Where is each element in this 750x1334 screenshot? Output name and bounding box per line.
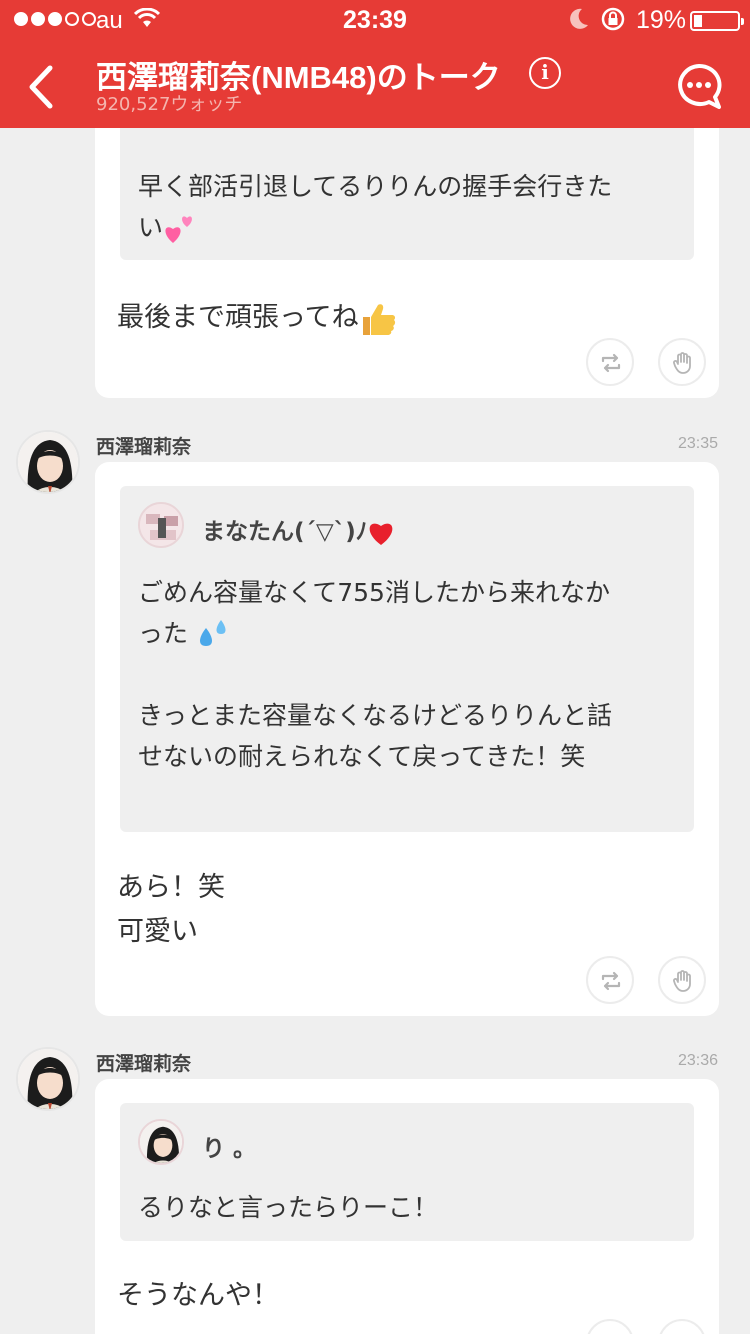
two-hearts-emoji (165, 216, 192, 243)
app-header: au 23:39 19% 西澤瑠莉奈(NMB48)のトーク i 920,527ウ… (0, 0, 750, 128)
quoted-user-name: り 。 (202, 1136, 257, 1162)
quoted-message: まなたん(´▽`)ﾉ ごめん容量なくて755消したから来れなか った きっとまた… (120, 486, 694, 832)
repost-button[interactable] (586, 1319, 634, 1334)
quoted-text: ごめん容量なくて755消したから来れなか った きっとまた容量なくなるけどるりり… (138, 572, 678, 777)
quoted-text: るりなと言ったらりーこ！ (138, 1193, 439, 1222)
quoted-avatar[interactable] (138, 502, 184, 548)
repost-icon (601, 971, 621, 991)
watch-count: 920,527ウォッチ (96, 94, 243, 115)
member-photo (18, 1049, 78, 1109)
sweat-drops-emoji (200, 620, 226, 646)
quoted-text-content: ごめん容量なくて755消したから来れなか った きっとまた容量なくなるけどるりり… (138, 578, 613, 771)
thumbs-up-emoji (362, 303, 395, 335)
repost-icon (601, 353, 621, 373)
sender-name: 西澤瑠莉奈 (96, 436, 192, 458)
quoted-user-photo (140, 1121, 182, 1163)
info-icon[interactable]: i (529, 57, 561, 89)
member-photo (18, 432, 78, 492)
status-bar: au 23:39 19% (0, 0, 750, 40)
hand-icon (673, 352, 691, 374)
message-time: 23:35 (677, 435, 718, 452)
like-button[interactable] (658, 1319, 706, 1334)
battery-icon (690, 11, 744, 31)
heart-emoji (369, 523, 393, 545)
quoted-avatar[interactable] (138, 1119, 184, 1165)
hand-icon (673, 970, 691, 992)
repost-button[interactable] (586, 338, 634, 386)
message-card: り 。 るりなと言ったらりーこ！ そうなんや！ (95, 1079, 719, 1334)
message-time: 23:36 (677, 1052, 718, 1069)
speech-bubble-icon[interactable] (676, 63, 722, 109)
battery-percent: 19% (636, 6, 687, 34)
repost-button[interactable] (586, 956, 634, 1004)
message-body: あら！笑 可愛い (117, 866, 225, 954)
message-body: そうなんや！ (117, 1280, 279, 1311)
quoted-user-name-text: まなたん(´▽`)ﾉ (202, 519, 368, 545)
quoted-message: り 。 るりなと言ったらりーこ！ (120, 1103, 694, 1241)
message-body: 最後まで頑張ってね (117, 296, 397, 340)
moon-icon (570, 8, 588, 29)
like-button[interactable] (658, 956, 706, 1004)
avatar[interactable] (16, 1047, 80, 1111)
quoted-user-name: まなたん(´▽`)ﾉ (202, 512, 395, 546)
message-card: まなたん(´▽`)ﾉ ごめん容量なくて755消したから来れなか った きっとまた… (95, 462, 719, 1016)
avatar[interactable] (16, 430, 80, 494)
back-chevron-icon[interactable] (22, 62, 62, 112)
rotation-lock-icon (601, 7, 625, 31)
quoted-text: 早く部活引退してるりりんの握手会行きた い (138, 166, 678, 248)
message-body-text: あら！笑 可愛い (117, 872, 225, 947)
sender-name: 西澤瑠莉奈 (96, 1053, 192, 1075)
message-body-text: 最後まで頑張ってね (117, 302, 359, 333)
like-button[interactable] (658, 338, 706, 386)
quoted-user-photo (140, 504, 182, 546)
quoted-text-content: 早く部活引退してるりりんの握手会行きた い (138, 172, 613, 242)
